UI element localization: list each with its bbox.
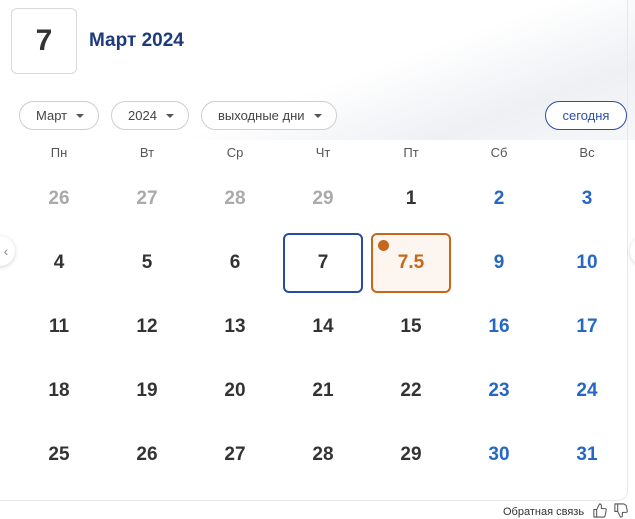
calendar-day-label: 30: [488, 444, 510, 465]
calendar-day[interactable]: 26: [19, 169, 99, 229]
calendar-day-short[interactable]: 7.5: [371, 233, 451, 293]
calendar-day[interactable]: 26: [107, 425, 187, 485]
month-select-value: Март: [36, 108, 68, 123]
calendar-day[interactable]: 29: [283, 169, 363, 229]
calendar-day[interactable]: 12: [107, 297, 187, 357]
weekday-label: Вт: [139, 145, 155, 160]
calendar-day-label: 12: [136, 316, 158, 337]
calendar-day-label: 13: [224, 316, 246, 337]
mode-select[interactable]: выходные дни: [201, 101, 337, 130]
calendar-day[interactable]: 20: [195, 361, 275, 421]
calendar-day-label: 10: [576, 252, 598, 273]
calendar-day-label: 11: [48, 316, 70, 337]
mode-select-value: выходные дни: [218, 108, 305, 123]
calendar-day-label: 7: [317, 252, 329, 273]
calendar-day[interactable]: 5: [107, 233, 187, 293]
thumbs-up-icon[interactable]: [592, 503, 607, 518]
calendar-day[interactable]: 17: [547, 297, 627, 357]
calendar-day[interactable]: 16: [459, 297, 539, 357]
calendar-day-label: 21: [312, 380, 334, 401]
calendar-day[interactable]: 13: [195, 297, 275, 357]
calendar-day[interactable]: 4: [19, 233, 99, 293]
calendar-day-label: 20: [224, 380, 246, 401]
calendar-day[interactable]: 28: [283, 425, 363, 485]
calendar-day[interactable]: 30: [459, 425, 539, 485]
weekday-label: Вс: [579, 145, 595, 160]
calendar-day-label: 28: [312, 444, 334, 465]
weekday-label: Чт: [315, 145, 331, 160]
dot-icon: [378, 240, 389, 251]
current-day-number: 7: [35, 24, 53, 57]
calendar-day[interactable]: 23: [459, 361, 539, 421]
current-day-box: 7: [11, 8, 77, 74]
calendar-day-label: 5: [141, 252, 153, 273]
weekday-label: Сб: [490, 145, 508, 160]
calendar-day-label: 24: [576, 380, 598, 401]
calendar-day-label: 26: [48, 188, 70, 209]
calendar-day-label: 26: [136, 444, 158, 465]
calendar-day[interactable]: 27: [195, 425, 275, 485]
calendar-day-label: 4: [53, 252, 65, 273]
chevron-down-icon: [313, 113, 322, 118]
calendar-day-label: 29: [400, 444, 422, 465]
chevron-down-icon: [165, 113, 174, 118]
calendar-day-label: 27: [136, 188, 158, 209]
month-select[interactable]: Март: [19, 101, 100, 130]
calendar-day-label: 9: [493, 252, 505, 273]
calendar-day[interactable]: 25: [19, 425, 99, 485]
calendar-day[interactable]: 18: [19, 361, 99, 421]
year-select-value: 2024: [128, 108, 157, 123]
calendar-day[interactable]: 14: [283, 297, 363, 357]
calendar-day[interactable]: 9: [459, 233, 539, 293]
calendar-day-label: 18: [48, 380, 70, 401]
calendar-day-label: 31: [576, 444, 598, 465]
calendar-day[interactable]: 29: [371, 425, 451, 485]
calendar-day[interactable]: 15: [371, 297, 451, 357]
weekday-label: Ср: [226, 145, 244, 160]
calendar-day[interactable]: 11: [19, 297, 99, 357]
calendar-day-label: 27: [224, 444, 246, 465]
chevron-left-icon: ‹: [3, 243, 9, 259]
weekday-label: Пн: [50, 145, 68, 160]
calendar-day[interactable]: 6: [195, 233, 275, 293]
calendar-day[interactable]: 31: [547, 425, 627, 485]
calendar-day[interactable]: 1: [371, 169, 451, 229]
calendar-day-today[interactable]: 7: [283, 233, 363, 293]
page-title: Март 2024: [89, 30, 184, 51]
calendar-day[interactable]: 24: [547, 361, 627, 421]
calendar-day-label: 19: [136, 380, 158, 401]
chevron-down-icon: [76, 113, 85, 118]
today-button[interactable]: сегодня: [545, 101, 627, 130]
calendar-day[interactable]: 3: [547, 169, 627, 229]
weekday-label: Пт: [403, 145, 419, 160]
calendar-day-label: 17: [576, 316, 598, 337]
year-select[interactable]: 2024: [111, 101, 189, 130]
calendar-day-label: 29: [312, 188, 334, 209]
calendar-day[interactable]: 21: [283, 361, 363, 421]
feedback-link[interactable]: Обратная связь: [503, 506, 584, 518]
calendar-day-label: 7.5: [397, 252, 425, 273]
calendar-day-label: 6: [229, 252, 241, 273]
calendar-day[interactable]: 28: [195, 169, 275, 229]
calendar-day-label: 1: [405, 188, 417, 209]
calendar-day-label: 28: [224, 188, 246, 209]
calendar-day[interactable]: 19: [107, 361, 187, 421]
calendar-day-label: 16: [488, 316, 510, 337]
calendar-day-label: 25: [48, 444, 70, 465]
thumbs-down-icon[interactable]: [613, 503, 628, 518]
calendar-day[interactable]: 27: [107, 169, 187, 229]
next-month-button[interactable]: ›: [630, 236, 635, 266]
calendar-day-label: 2: [493, 188, 505, 209]
calendar-day[interactable]: 22: [371, 361, 451, 421]
calendar-day-label: 15: [400, 316, 422, 337]
calendar-day-label: 23: [488, 380, 510, 401]
calendar-day[interactable]: 2: [459, 169, 539, 229]
calendar-day-label: 14: [312, 316, 334, 337]
calendar-day[interactable]: 10: [547, 233, 627, 293]
calendar-day-label: 3: [581, 188, 593, 209]
calendar-day-label: 22: [400, 380, 422, 401]
